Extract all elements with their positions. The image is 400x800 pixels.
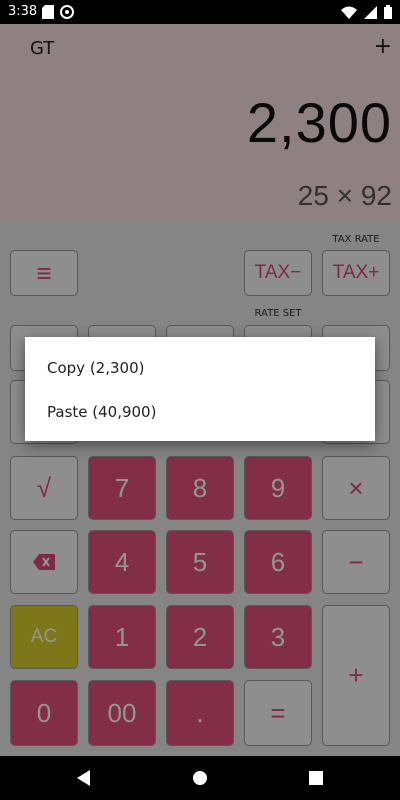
- navigation-bar: [0, 756, 400, 800]
- copy-menu-item[interactable]: Copy (2,300): [25, 345, 375, 391]
- paste-menu-item[interactable]: Paste (40,900): [25, 389, 375, 435]
- back-button[interactable]: [72, 766, 96, 790]
- signal-icon: [364, 5, 377, 19]
- home-button[interactable]: [188, 766, 212, 790]
- sd-card-icon: [42, 5, 54, 19]
- recents-button[interactable]: [304, 766, 328, 790]
- status-time: 3:38: [8, 4, 38, 19]
- back-icon: [77, 770, 90, 786]
- wifi-icon: [341, 6, 357, 19]
- battery-icon: [384, 5, 392, 19]
- recents-icon: [309, 771, 323, 785]
- sync-icon: [60, 5, 74, 19]
- status-bar: 3:38: [0, 0, 400, 24]
- copy-paste-menu: Copy (2,300) Paste (40,900): [25, 337, 375, 441]
- home-icon: [193, 771, 207, 785]
